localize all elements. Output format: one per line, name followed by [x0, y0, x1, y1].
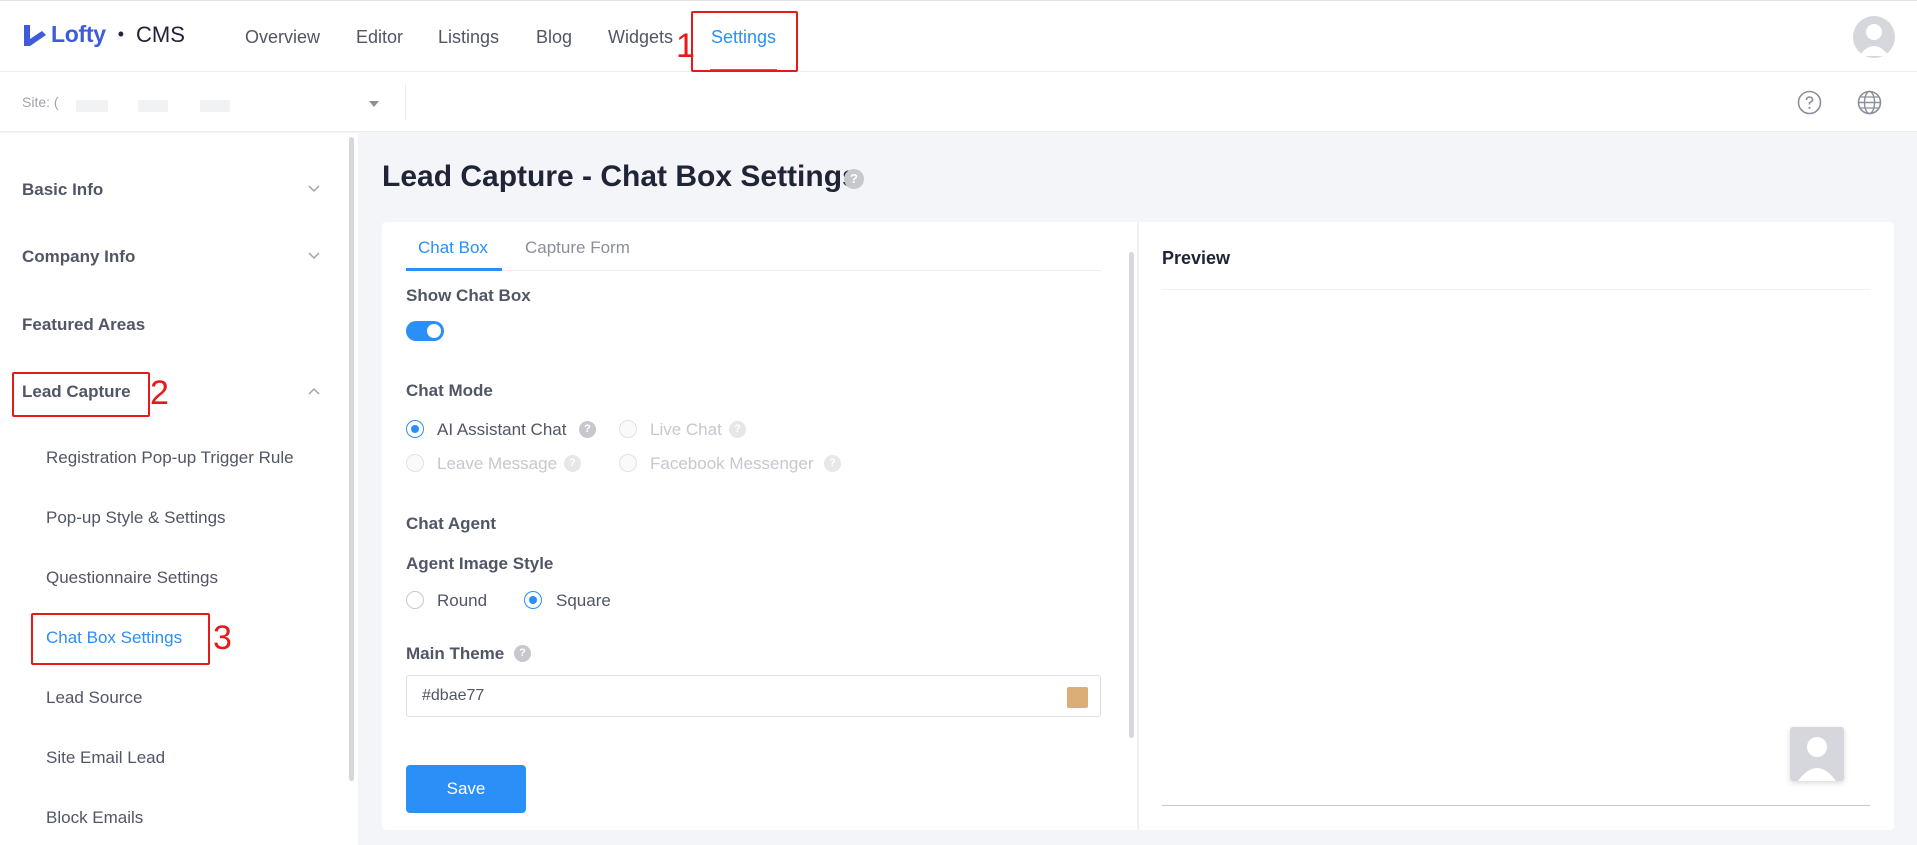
tabs-divider	[406, 270, 1101, 271]
save-button[interactable]: Save	[406, 765, 526, 813]
tab-chat-box[interactable]: Chat Box	[418, 238, 488, 258]
globe-icon[interactable]	[1857, 90, 1882, 115]
nav-widgets[interactable]: Widgets	[608, 27, 673, 48]
site-name-redacted	[76, 100, 108, 112]
chevron-down-icon	[308, 185, 320, 193]
site-name-redacted	[200, 100, 230, 112]
radio-facebook-messenger[interactable]	[619, 454, 637, 472]
sidebar-subitem-registration-popup[interactable]: Registration Pop-up Trigger Rule	[46, 448, 294, 468]
chevron-down-icon	[308, 252, 320, 260]
help-icon[interactable]: ?	[579, 421, 596, 438]
color-swatch[interactable]	[1067, 687, 1088, 708]
user-icon	[1859, 24, 1889, 56]
sidebar-subitem-site-email-lead[interactable]: Site Email Lead	[46, 748, 165, 768]
chat-agent-label: Chat Agent	[406, 514, 497, 533]
tab-active-indicator	[406, 268, 502, 271]
user-icon	[1798, 737, 1836, 781]
radio-ai-assistant[interactable]	[406, 420, 424, 438]
nav-editor[interactable]: Editor	[356, 27, 403, 48]
nav-listings[interactable]: Listings	[438, 27, 499, 48]
logo[interactable]: Lofty • CMS	[22, 21, 185, 48]
preview-divider	[1162, 289, 1870, 290]
settings-scrollbar[interactable]	[1129, 252, 1134, 738]
caret-down-icon	[369, 101, 379, 107]
annotation-box	[12, 372, 150, 417]
help-icon[interactable]: ?	[824, 455, 841, 472]
sidebar-subitem-lead-source[interactable]: Lead Source	[46, 688, 142, 708]
help-icon[interactable]: ?	[514, 645, 531, 662]
main-theme-input[interactable]: #dbae77	[406, 675, 1101, 717]
radio-label: Facebook Messenger	[650, 454, 814, 473]
radio-label: Square	[556, 591, 611, 610]
logo-separator: •	[117, 24, 125, 44]
main-theme-label: Main Theme	[406, 644, 505, 663]
show-chat-box-label: Show Chat Box	[406, 286, 531, 305]
chevron-up-icon	[308, 387, 320, 395]
top-nav: Lofty • CMS Overview Editor Listings Blo…	[0, 0, 1917, 72]
show-chat-box-toggle[interactable]	[406, 321, 444, 341]
toggle-knob	[427, 324, 441, 338]
help-icon[interactable]: ?	[729, 421, 746, 438]
chat-agent-avatar[interactable]	[1790, 727, 1844, 781]
logo-text: Lofty	[51, 21, 106, 47]
sidebar-subitem-popup-style[interactable]: Pop-up Style & Settings	[46, 508, 226, 528]
site-name-redacted	[138, 100, 168, 112]
radio-label: AI Assistant Chat	[437, 420, 567, 439]
preview-divider	[1162, 805, 1870, 806]
sidebar-subitem-questionnaire[interactable]: Questionnaire Settings	[46, 568, 218, 588]
radio-label: Live Chat	[650, 420, 722, 439]
preview-title: Preview	[1162, 248, 1231, 268]
sidebar-item-label: Basic Info	[22, 180, 104, 199]
annotation-number: 3	[213, 619, 232, 657]
site-bar: Site: (	[0, 72, 1917, 132]
agent-image-style-label: Agent Image Style	[406, 554, 554, 573]
lofty-logo-icon	[24, 24, 46, 46]
title-help-icon[interactable]: ?	[844, 169, 864, 189]
chat-mode-label: Chat Mode	[406, 381, 493, 400]
sidebar-scrollbar[interactable]	[349, 137, 354, 781]
preview-card	[1138, 222, 1894, 830]
user-avatar[interactable]	[1853, 16, 1895, 58]
radio-leave-message[interactable]	[406, 454, 424, 472]
help-icon[interactable]	[1797, 90, 1822, 115]
divider	[405, 84, 406, 120]
sidebar	[0, 133, 358, 845]
annotation-box	[691, 11, 798, 72]
radio-live-chat[interactable]	[619, 420, 637, 438]
site-label: Site: (	[22, 94, 59, 110]
radio-label: Round	[437, 591, 488, 610]
radio-label: Leave Message	[437, 454, 558, 473]
sidebar-item-label: Company Info	[22, 247, 136, 266]
tab-capture-form[interactable]: Capture Form	[525, 238, 630, 258]
radio-round[interactable]	[406, 591, 424, 609]
annotation-box	[31, 613, 210, 665]
product-name: CMS	[136, 21, 185, 47]
annotation-number: 2	[150, 374, 169, 412]
nav-blog[interactable]: Blog	[536, 27, 572, 48]
sidebar-subitem-block-emails[interactable]: Block Emails	[46, 808, 143, 828]
nav-overview[interactable]: Overview	[245, 27, 320, 48]
sidebar-item-featured-areas[interactable]: Featured Areas	[22, 315, 145, 335]
annotation-number: 1	[676, 27, 695, 65]
help-icon[interactable]: ?	[564, 455, 581, 472]
main-theme-value: #dbae77	[422, 687, 485, 704]
radio-square[interactable]	[524, 591, 542, 609]
page-title: Lead Capture - Chat Box Settings	[382, 160, 859, 193]
